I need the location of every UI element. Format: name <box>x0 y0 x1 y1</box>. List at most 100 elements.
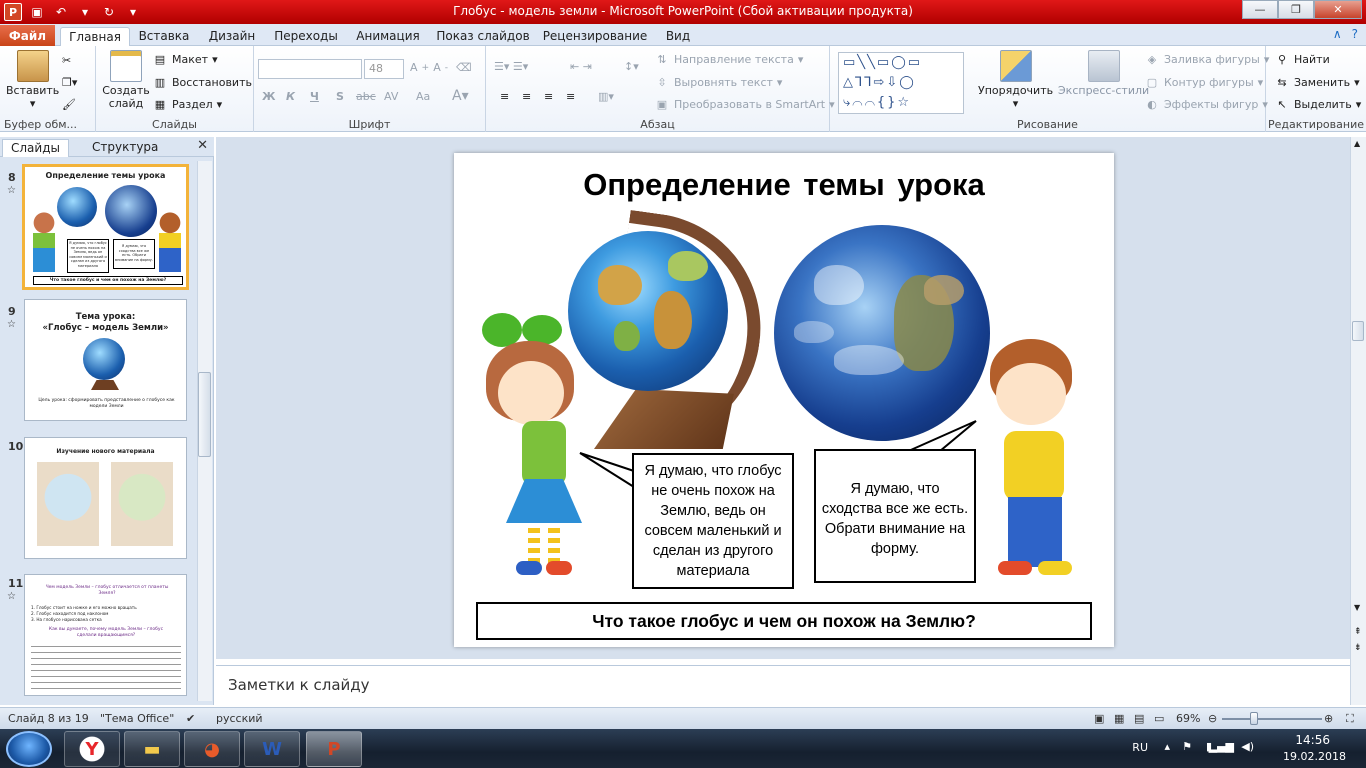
font-size-combobox[interactable]: 48 <box>364 59 404 79</box>
word-icon[interactable]: W <box>244 731 300 767</box>
align-left-icon[interactable]: ≡ <box>500 90 509 103</box>
maximize-button[interactable]: ❐ <box>1278 0 1314 19</box>
language-indicator[interactable]: русский <box>216 712 263 725</box>
tab-insert[interactable]: Вставка <box>135 27 193 46</box>
zoom-level[interactable]: 69% <box>1176 712 1200 725</box>
select-button[interactable]: ↖ Выделить ▾ <box>1274 97 1361 111</box>
replace-button[interactable]: ⇆ Заменить ▾ <box>1274 75 1359 89</box>
notes-pane[interactable]: Заметки к слайду <box>216 665 1350 705</box>
text-direction-button[interactable]: ⇅ Направление текста ▾ <box>654 52 803 66</box>
scroll-down-icon[interactable]: ▼ <box>1354 603 1360 612</box>
align-right-icon[interactable]: ≡ <box>544 90 553 103</box>
shape-fill-button[interactable]: ◈ Заливка фигуры ▾ <box>1144 52 1270 66</box>
theme-name[interactable]: "Тема Office" <box>100 712 174 725</box>
zoom-slider[interactable] <box>1222 718 1322 720</box>
minimize-button[interactable]: — <box>1242 0 1278 19</box>
customize-icon[interactable]: ▾ <box>124 3 142 21</box>
slide-thumbnail-11[interactable]: Чем модель Земли – глобус отличается от … <box>24 574 187 696</box>
section-button[interactable]: ▦ Раздел ▾ <box>152 97 222 111</box>
align-text-button[interactable]: ⇳ Выровнять текст ▾ <box>654 75 782 89</box>
spellcheck-icon[interactable]: ✔ <box>186 712 195 725</box>
justify-icon[interactable]: ≡ <box>566 90 575 103</box>
tab-slides[interactable]: Слайды <box>2 139 69 157</box>
new-slide-button[interactable]: Создать слайд <box>102 50 150 110</box>
zoom-in-icon[interactable]: ⊕ <box>1324 712 1333 725</box>
shapes-gallery[interactable]: ▭╲╲▭◯▭ △⅂⅂⇨⇩◯ ⤷⌒⌒{}☆ <box>838 52 964 114</box>
shape-effects-button[interactable]: ◐ Эффекты фигур ▾ <box>1144 97 1268 111</box>
bullets-icon[interactable]: ☰▾ ☰▾ <box>494 60 528 73</box>
slide-sorter-icon[interactable]: ▦ <box>1114 712 1124 725</box>
align-center-icon[interactable]: ≡ <box>522 90 531 103</box>
current-slide[interactable]: Определение темы урока Я думаю, что глоб… <box>454 153 1114 647</box>
network-icon[interactable]: ⚑ <box>1182 740 1192 753</box>
help-icon[interactable]: ? <box>1352 27 1358 41</box>
slide-scrollbar[interactable]: ▲ ▼ ⇞ ⇟ <box>1350 137 1366 705</box>
slide-scroll-thumb[interactable] <box>1352 321 1364 341</box>
tab-design[interactable]: Дизайн <box>203 27 261 46</box>
scroll-up-icon[interactable]: ▲ <box>1354 139 1360 148</box>
zoom-slider-knob[interactable] <box>1250 712 1258 725</box>
tab-outline[interactable]: Структура <box>84 139 166 157</box>
tab-review[interactable]: Рецензирование <box>540 27 650 46</box>
tab-transitions[interactable]: Переходы <box>270 27 342 46</box>
tab-animation[interactable]: Анимация <box>350 27 426 46</box>
bold-button[interactable]: Ж <box>262 90 275 103</box>
save-icon[interactable]: ▣ <box>28 3 46 21</box>
indent-icon[interactable]: ⇤ ⇥ <box>570 60 592 73</box>
quick-styles-button[interactable]: Экспресс-стили <box>1058 50 1149 97</box>
strikethrough-button[interactable]: abc <box>356 90 376 103</box>
clear-format-icon[interactable]: ⌫ <box>456 61 472 74</box>
font-name-combobox[interactable] <box>258 59 362 79</box>
fit-to-window-icon[interactable]: ⛶ <box>1346 712 1354 726</box>
tray-arrow-icon[interactable]: ▴ <box>1164 740 1170 753</box>
slide-thumbnail-8[interactable]: Определение темы урока Я думаю, что глоб… <box>22 164 189 290</box>
copy-icon[interactable]: ❐▾ <box>62 76 77 89</box>
underline-button[interactable]: Ч <box>310 90 319 103</box>
speech-bubble-girl[interactable]: Я думаю, что глобус не очень похож на Зе… <box>632 453 794 589</box>
powerpoint-taskbar-icon[interactable]: P <box>306 731 362 767</box>
grow-font-icon[interactable]: A + A- <box>410 61 448 74</box>
next-slide-icon[interactable]: ⇟ <box>1354 643 1362 653</box>
volume-icon[interactable]: ◀) <box>1241 740 1254 753</box>
arrange-button[interactable]: Упорядочить ▾ <box>978 50 1053 110</box>
shape-outline-button[interactable]: ▢ Контур фигуры ▾ <box>1144 75 1263 89</box>
character-spacing-button[interactable]: AV <box>384 90 398 103</box>
dropdown-icon[interactable]: ▾ <box>76 3 94 21</box>
slide-thumbnail-9[interactable]: Тема урока: «Глобус – модель Земли» Цель… <box>24 299 187 421</box>
speech-bubble-boy[interactable]: Я думаю, что сходства все же есть. Обрат… <box>814 449 976 583</box>
powerpoint-app-icon[interactable]: P <box>4 3 22 21</box>
collapse-ribbon-icon[interactable]: ∧ <box>1333 27 1342 41</box>
paste-button[interactable]: Вставить ▾ <box>6 50 59 110</box>
shadow-button[interactable]: S <box>336 90 344 103</box>
change-case-button[interactable]: Aa <box>416 90 430 103</box>
yandex-browser-icon[interactable]: Y <box>64 731 120 767</box>
zoom-out-icon[interactable]: ⊖ <box>1208 712 1217 725</box>
columns-icon[interactable]: ▥▾ <box>598 90 614 103</box>
signal-icon[interactable]: ▂▄▆ <box>1209 740 1234 753</box>
italic-button[interactable]: К <box>286 90 295 103</box>
windows-start-button[interactable] <box>6 731 52 767</box>
undo-icon[interactable]: ↶ <box>52 3 70 21</box>
clock-time[interactable]: 14:56 <box>1295 733 1330 747</box>
layout-button[interactable]: ▤ Макет ▾ <box>152 52 218 66</box>
file-explorer-icon[interactable]: ▬ <box>124 731 180 767</box>
tab-slideshow[interactable]: Показ слайдов <box>433 27 533 46</box>
close-button[interactable]: ✕ <box>1314 0 1362 19</box>
clock-date[interactable]: 19.02.2018 <box>1283 750 1346 763</box>
tab-view[interactable]: Вид <box>660 27 696 46</box>
paint-icon[interactable]: ◕ <box>184 731 240 767</box>
normal-view-icon[interactable]: ▣ <box>1094 712 1104 725</box>
line-spacing-icon[interactable]: ↕▾ <box>624 60 639 73</box>
close-icon[interactable]: ✕ <box>197 138 208 153</box>
slides-pane-scroll-thumb[interactable] <box>198 372 211 457</box>
cut-icon[interactable]: ✂ <box>62 54 71 67</box>
previous-slide-icon[interactable]: ⇞ <box>1354 627 1362 637</box>
reset-button[interactable]: ▥ Восстановить <box>152 75 252 89</box>
tab-file[interactable]: Файл <box>0 25 55 46</box>
question-box[interactable]: Что такое глобус и чем он похож на Землю… <box>476 602 1092 640</box>
format-painter-icon[interactable]: 🖌 <box>62 98 76 111</box>
language-indicator[interactable]: RU <box>1132 741 1148 754</box>
reading-view-icon[interactable]: ▤ <box>1134 712 1144 725</box>
slideshow-icon[interactable]: ▭ <box>1154 712 1164 725</box>
convert-smartart-button[interactable]: ▣ Преобразовать в SmartArt ▾ <box>654 97 835 111</box>
